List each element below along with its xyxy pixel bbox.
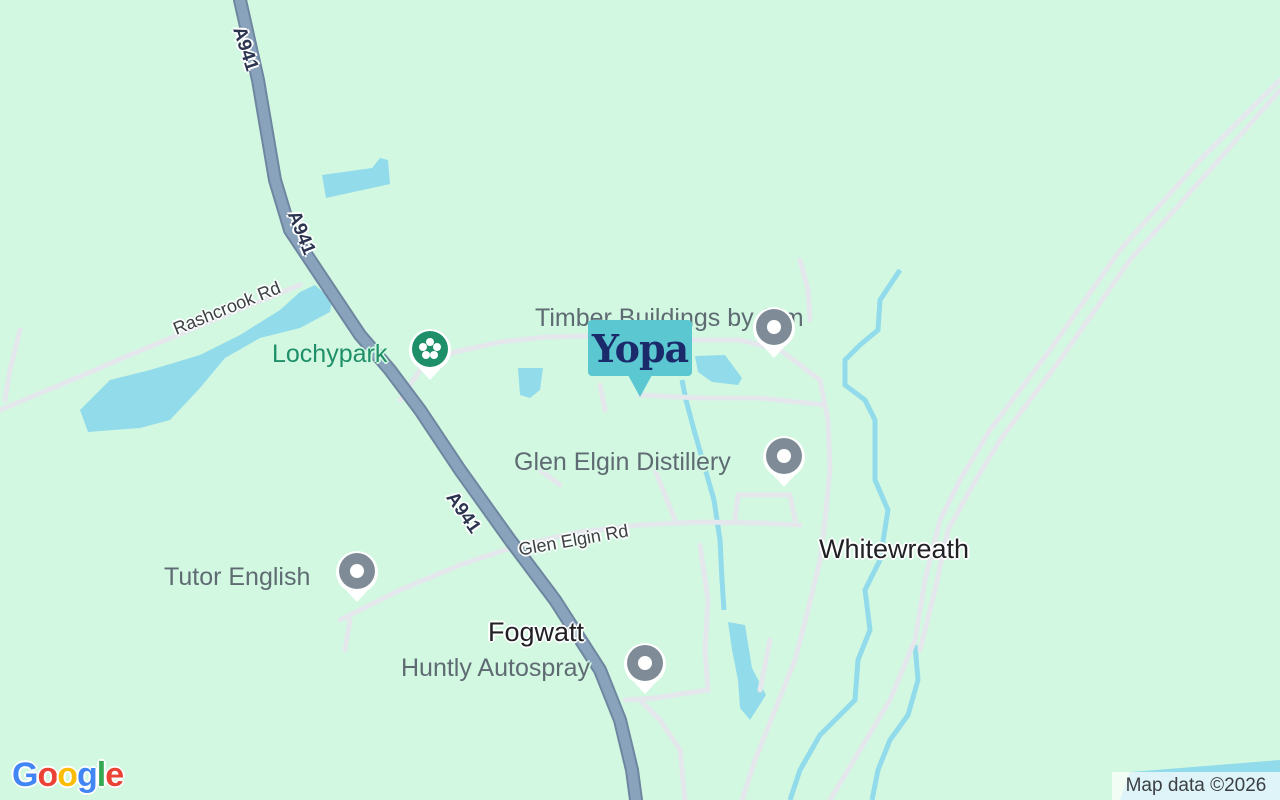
map-pin-icon[interactable] [751, 304, 797, 360]
map-attribution[interactable]: Map data ©2026 [1112, 772, 1280, 800]
google-logo-letter: G [12, 756, 38, 794]
brand-marker-box: Yopa [588, 320, 692, 376]
poi-label-glen-elgin-distillery[interactable]: Glen Elgin Distillery [514, 448, 731, 477]
google-logo-letter: g [77, 756, 98, 794]
flower-icon[interactable] [407, 326, 453, 382]
map-canvas[interactable]: A941 A941 A941 Rashcrook Rd Glen Elgin R… [0, 0, 1280, 800]
google-logo-letter: e [105, 756, 124, 794]
brand-marker-text: Yopa [591, 325, 689, 371]
brand-marker-tail [628, 375, 652, 397]
google-logo-letter: l [96, 756, 107, 794]
yopa-logo-marker[interactable]: Yopa [588, 320, 692, 400]
poi-label-huntly-autospray[interactable]: Huntly Autospray [401, 654, 590, 683]
map-pin-icon[interactable] [622, 640, 668, 696]
poi-label-tutor-english[interactable]: Tutor English [164, 563, 310, 592]
google-logo-letter: o [57, 756, 78, 794]
google-logo[interactable]: Google [12, 756, 124, 795]
poi-label-lochypark[interactable]: Lochypark [272, 340, 387, 369]
map-pin-icon[interactable] [334, 548, 380, 604]
place-label-fogwatt: Fogwatt [488, 617, 585, 647]
map-pin-icon[interactable] [761, 433, 807, 489]
place-label-whitewreath: Whitewreath [819, 534, 970, 564]
google-logo-letter: o [37, 756, 58, 794]
